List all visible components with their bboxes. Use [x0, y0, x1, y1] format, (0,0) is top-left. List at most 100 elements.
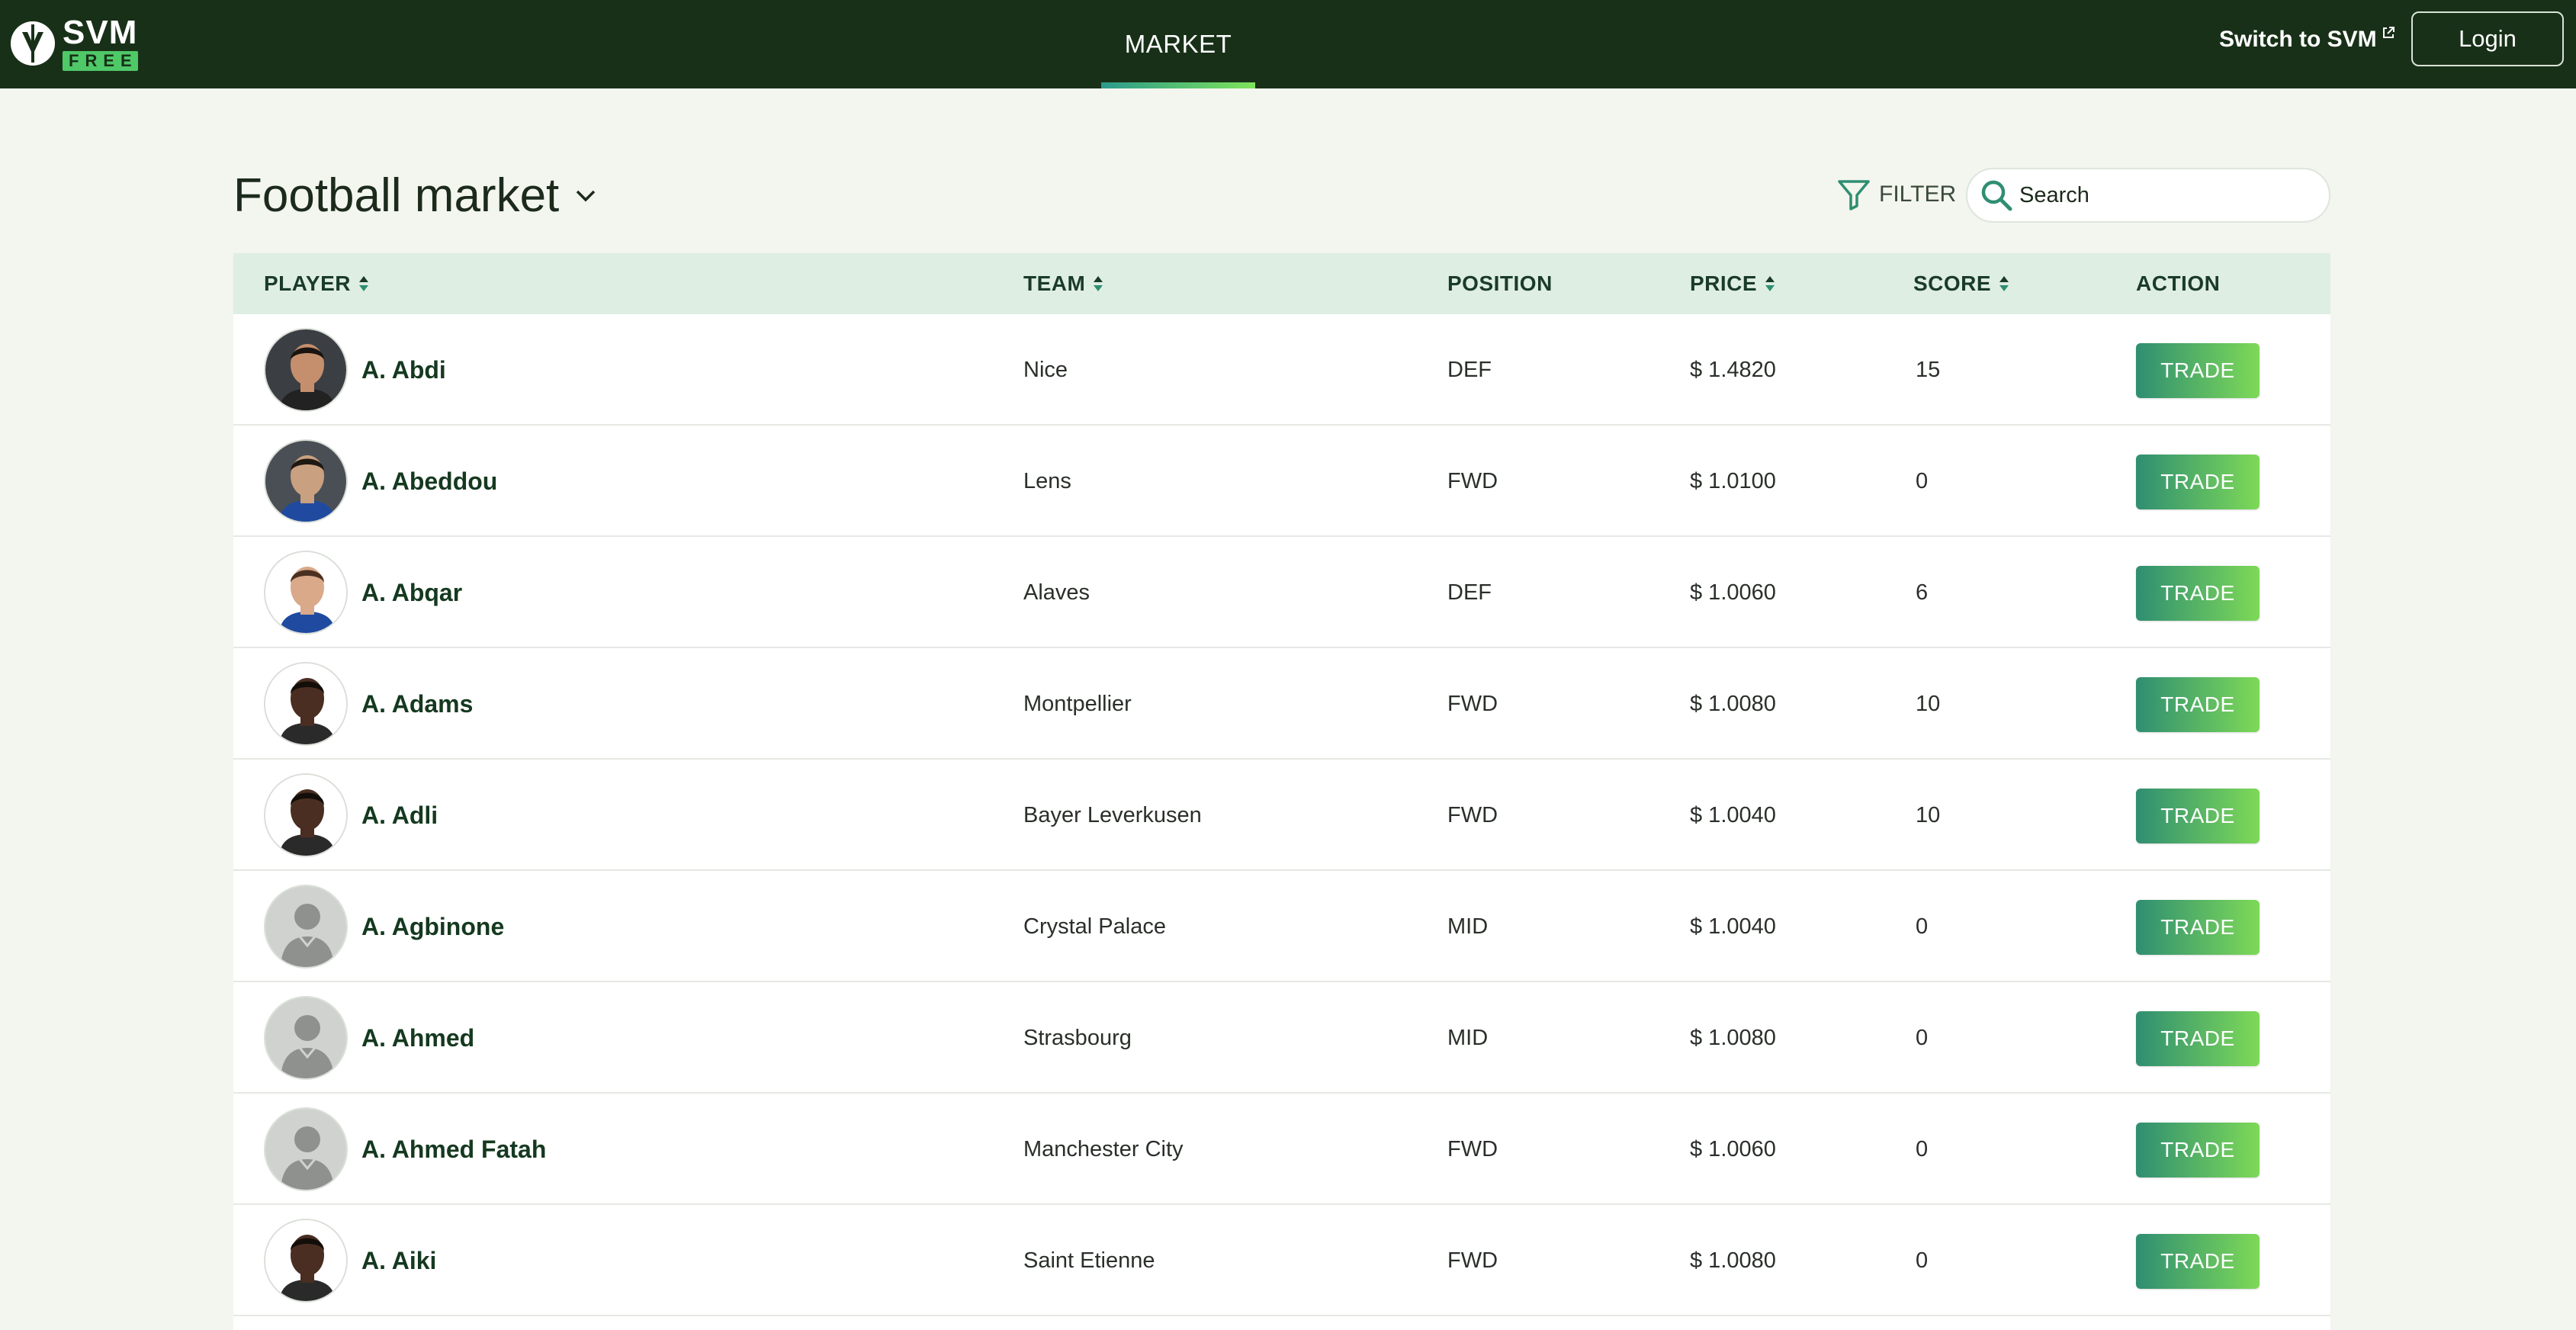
player-score: 0 — [1916, 468, 1929, 493]
column-header-team-label: TEAM — [1023, 271, 1086, 295]
player-avatar — [264, 662, 348, 746]
column-header-price[interactable]: PRICE — [1690, 253, 1777, 314]
player-name[interactable]: A. Agbinone — [361, 871, 504, 982]
player-score: 10 — [1916, 802, 1941, 827]
player-score: 0 — [1916, 1248, 1929, 1273]
trade-button[interactable]: TRADE — [2136, 677, 2260, 732]
player-team: Saint Etienne — [1023, 1248, 1155, 1273]
trade-button[interactable]: TRADE — [2136, 1011, 2260, 1066]
trade-button[interactable]: TRADE — [2136, 343, 2260, 398]
player-score: 10 — [1916, 691, 1941, 716]
svm-logo[interactable]: SVM FREE — [9, 11, 138, 76]
top-navigation-bar: SVM FREE MARKET Switch to SVM Login — [0, 0, 2576, 88]
table-row: A. Abqar Alaves DEF $ 1.0060 6 TRADE — [233, 537, 2330, 648]
column-header-position: POSITION — [1447, 253, 1553, 314]
player-price: $ 1.0100 — [1690, 468, 1776, 493]
player-name[interactable]: A. Adams — [361, 648, 473, 760]
chevron-down-icon — [577, 190, 596, 202]
sort-icon — [1999, 276, 2009, 291]
filter-label: FILTER — [1879, 182, 1957, 207]
player-position: DEF — [1447, 580, 1492, 605]
player-score: 15 — [1916, 357, 1941, 382]
player-market-table: PLAYER TEAM POSITION PRICE SCORE ACTION … — [233, 253, 2330, 1330]
player-price: $ 1.0080 — [1690, 1025, 1776, 1050]
trade-button[interactable]: TRADE — [2136, 1234, 2260, 1289]
player-name[interactable]: A. Abdi — [361, 314, 446, 426]
sort-icon — [1765, 276, 1775, 291]
player-score: 0 — [1916, 914, 1929, 939]
table-row: A. Ahmed Strasbourg MID $ 1.0080 0 TRADE — [233, 982, 2330, 1094]
column-header-price-label: PRICE — [1690, 271, 1758, 295]
column-header-action-label: ACTION — [2136, 271, 2221, 295]
player-position: MID — [1447, 1025, 1489, 1050]
trade-button[interactable]: TRADE — [2136, 566, 2260, 621]
player-photo-icon — [265, 441, 346, 522]
column-header-action: ACTION — [2136, 253, 2220, 314]
player-name[interactable]: A. Adli — [361, 760, 438, 871]
column-header-player[interactable]: PLAYER — [264, 253, 371, 314]
player-price: $ 1.0040 — [1690, 914, 1776, 939]
avatar-placeholder-icon — [265, 997, 346, 1078]
player-avatar — [264, 551, 348, 634]
player-photo-icon — [265, 1220, 346, 1301]
tab-market[interactable]: MARKET — [1101, 0, 1255, 88]
player-price: $ 1.0040 — [1690, 802, 1776, 827]
player-name[interactable]: A. Ahmed — [361, 982, 474, 1094]
player-avatar — [264, 773, 348, 857]
player-avatar — [264, 996, 348, 1080]
player-avatar — [264, 328, 348, 412]
player-price: $ 1.0080 — [1690, 691, 1776, 716]
player-avatar — [264, 1219, 348, 1303]
player-position: DEF — [1447, 357, 1492, 382]
tab-market-label: MARKET — [1124, 30, 1232, 58]
market-selector-dropdown[interactable]: Football market — [233, 166, 599, 224]
active-tab-indicator — [1101, 82, 1255, 88]
player-photo-icon — [265, 329, 346, 410]
login-button[interactable]: Login — [2411, 11, 2564, 66]
table-row: A. Agbinone Crystal Palace MID $ 1.0040 … — [233, 871, 2330, 982]
page-title: Football market — [233, 169, 560, 222]
player-team: Lens — [1023, 468, 1071, 493]
player-score: 0 — [1916, 1025, 1929, 1050]
table-row: A. Adams Montpellier FWD $ 1.0080 10 TRA… — [233, 648, 2330, 760]
search-input[interactable] — [2019, 182, 2309, 208]
table-row: A. Abdi Nice DEF $ 1.4820 15 TRADE — [233, 314, 2330, 426]
filter-button[interactable]: FILTER — [1836, 175, 1956, 214]
table-row: A. Aiki Saint Etienne FWD $ 1.0080 0 TRA… — [233, 1205, 2330, 1316]
logo-free-badge: FREE — [63, 51, 138, 71]
player-score: 6 — [1916, 580, 1929, 605]
player-position: FWD — [1447, 468, 1498, 493]
player-name[interactable]: A. Abqar — [361, 537, 462, 648]
switch-to-svm-link[interactable]: Switch to SVM — [2219, 23, 2395, 56]
trade-button[interactable]: TRADE — [2136, 900, 2260, 955]
player-name[interactable]: A. Abeddou — [361, 426, 497, 537]
column-header-score[interactable]: SCORE — [1913, 253, 2011, 314]
switch-to-svm-label: Switch to SVM — [2219, 27, 2377, 52]
player-team: Crystal Palace — [1023, 914, 1166, 939]
trade-button[interactable]: TRADE — [2136, 789, 2260, 843]
player-team: Nice — [1023, 357, 1068, 382]
trade-button[interactable]: TRADE — [2136, 455, 2260, 509]
trade-button[interactable]: TRADE — [2136, 1123, 2260, 1177]
player-team: Manchester City — [1023, 1136, 1184, 1161]
player-photo-icon — [265, 552, 346, 633]
table-row: A. Ahmed Fatah Manchester City FWD $ 1.0… — [233, 1094, 2330, 1205]
table-header: PLAYER TEAM POSITION PRICE SCORE ACTION — [233, 253, 2330, 314]
player-price: $ 1.0080 — [1690, 1248, 1776, 1273]
filter-funnel-icon — [1838, 180, 1870, 210]
player-name[interactable]: A. Ahmed Fatah — [361, 1094, 546, 1205]
player-position: MID — [1447, 914, 1489, 939]
table-row: A. Abeddou Lens FWD $ 1.0100 0 TRADE — [233, 426, 2330, 537]
player-name[interactable]: A. Aiki — [361, 1205, 436, 1316]
player-position: FWD — [1447, 691, 1498, 716]
player-position: FWD — [1447, 1248, 1498, 1273]
player-score: 0 — [1916, 1136, 1929, 1161]
player-price: $ 1.0060 — [1690, 580, 1776, 605]
column-header-position-label: POSITION — [1447, 271, 1553, 295]
player-price: $ 1.4820 — [1690, 357, 1776, 382]
player-avatar — [264, 439, 348, 523]
player-team: Montpellier — [1023, 691, 1132, 716]
player-team: Strasbourg — [1023, 1025, 1132, 1050]
search-box[interactable] — [1966, 168, 2330, 223]
column-header-team[interactable]: TEAM — [1023, 253, 1105, 314]
